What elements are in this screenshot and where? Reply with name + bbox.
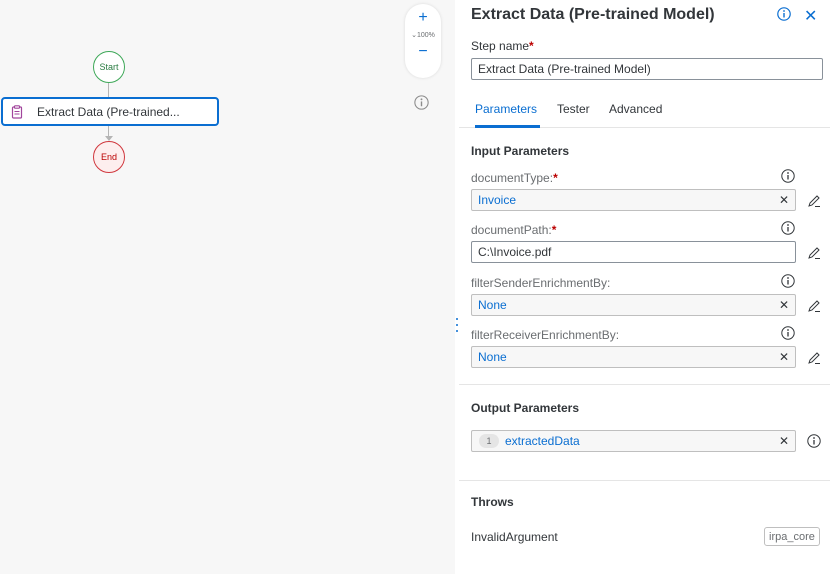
filterreceiver-info-icon[interactable] [781,326,795,340]
filterreceiver-select[interactable]: None ✕ [471,346,796,368]
output-clear-icon[interactable]: ✕ [779,434,789,448]
filtersender-select[interactable]: None ✕ [471,294,796,316]
param-label-filterreceiver: filterReceiverEnrichmentBy: [471,328,620,342]
end-node[interactable]: End [93,141,125,173]
section-divider [459,384,830,385]
close-icon[interactable]: ✕ [804,6,817,26]
step-node-label: Extract Data (Pre-trained... [37,104,180,119]
throw-library-tag: irpa_core [764,527,820,546]
filtersender-clear-icon[interactable]: ✕ [779,298,789,312]
step-name-value: Extract Data (Pre-trained Model) [478,62,651,76]
flow-canvas[interactable]: Start Extract Data (Pre-trained... End +… [0,0,455,574]
documentpath-value: C:\Invoice.pdf [478,245,552,259]
output-extracteddata-chip[interactable]: 1 extractedData ✕ [471,430,796,452]
documentpath-edit-icon[interactable] [807,246,821,260]
connector-step-end [108,126,109,136]
required-marker: * [529,39,534,53]
filterreceiver-edit-icon[interactable] [807,351,821,365]
canvas-info-icon[interactable] [414,95,429,113]
end-node-label: End [100,152,117,162]
step-name-label: Step name* [471,39,534,53]
tab-advanced[interactable]: Advanced [609,102,662,116]
extract-data-step-node[interactable]: Extract Data (Pre-trained... [1,97,219,126]
connector-start-step [108,83,109,97]
tab-parameters[interactable]: Parameters [475,102,537,116]
clipboard-icon [9,104,25,120]
param-label-filtersender: filterSenderEnrichmentBy: [471,276,611,290]
properties-panel: Extract Data (Pre-trained Model) ✕ Step … [459,0,830,574]
documenttype-clear-icon[interactable]: ✕ [779,193,789,207]
output-name: extractedData [505,434,580,448]
throw-name: InvalidArgument [471,530,558,544]
filterreceiver-clear-icon[interactable]: ✕ [779,350,789,364]
header-info-icon[interactable] [777,7,791,21]
start-node-label: Start [99,62,119,72]
zoom-in-button[interactable]: + [411,6,435,30]
param-label-documentpath: documentPath:* [471,223,557,237]
output-parameters-title: Output Parameters [471,401,580,415]
zoom-out-button[interactable]: − [411,40,435,64]
zoom-level-dropdown[interactable]: ⌄100% [411,31,435,39]
filterreceiver-value: None [478,350,507,364]
documenttype-select[interactable]: Invoice ✕ [471,189,796,211]
section-divider [459,480,830,481]
start-node[interactable]: Start [93,51,125,83]
documenttype-edit-icon[interactable] [807,194,821,208]
filtersender-value: None [478,298,507,312]
panel-title: Extract Data (Pre-trained Model) [471,6,715,23]
input-parameters-title: Input Parameters [471,144,570,158]
filtersender-info-icon[interactable] [781,274,795,288]
documentpath-input[interactable]: C:\Invoice.pdf [471,241,796,263]
param-label-documenttype: documentType:* [471,171,558,185]
tab-bar: Parameters Tester Advanced [459,96,830,128]
zoom-control: + ⌄100% − [405,4,441,78]
documentpath-info-icon[interactable] [781,221,795,235]
step-name-input[interactable]: Extract Data (Pre-trained Model) [471,58,823,80]
output-index-badge: 1 [479,434,499,448]
output-info-icon[interactable] [807,434,821,448]
active-tab-indicator [475,125,540,128]
throws-title: Throws [471,495,514,509]
documenttype-info-icon[interactable] [781,169,795,183]
documenttype-value: Invoice [478,193,517,207]
filtersender-edit-icon[interactable] [807,299,821,313]
tab-tester[interactable]: Tester [557,102,590,116]
